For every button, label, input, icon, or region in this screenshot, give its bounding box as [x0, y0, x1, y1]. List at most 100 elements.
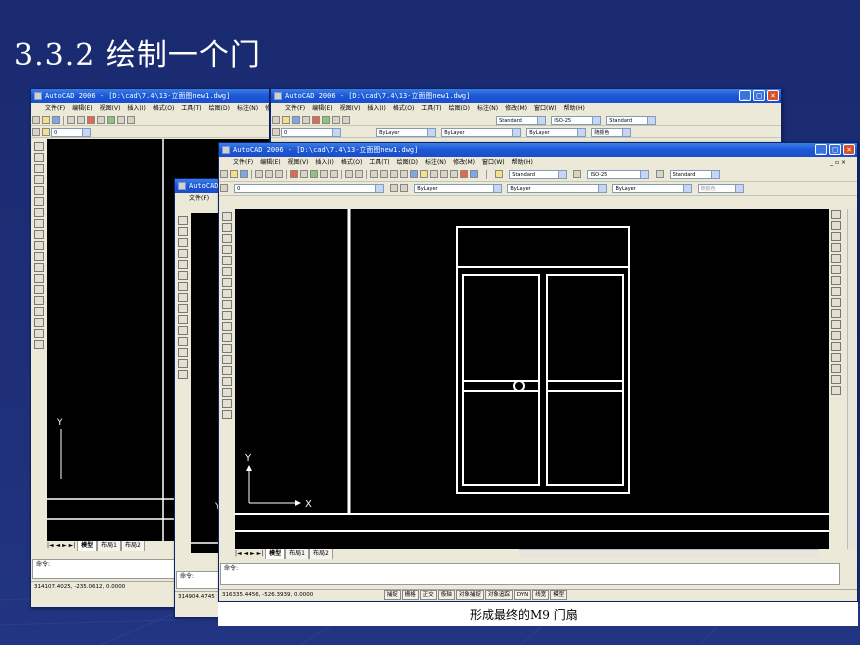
print-icon[interactable]: [302, 116, 310, 124]
lineweight-combo[interactable]: ByLayer: [526, 128, 587, 137]
color-combo[interactable]: ByLayer: [414, 184, 503, 193]
paste-icon[interactable]: [107, 116, 115, 124]
multiline-text-icon[interactable]: [178, 370, 188, 379]
copy-object-icon[interactable]: [831, 221, 841, 230]
arc-icon[interactable]: [34, 197, 44, 206]
menu-item-draw[interactable]: 绘图(D): [209, 105, 230, 112]
explode-icon[interactable]: [831, 386, 841, 395]
make-block-icon[interactable]: [34, 274, 44, 283]
table-style-icon[interactable]: [655, 170, 664, 178]
match-properties-icon[interactable]: [320, 170, 328, 178]
drawing-area[interactable]: Y X: [235, 209, 829, 549]
grid-toggle[interactable]: 栅格: [401, 590, 419, 600]
offset-icon[interactable]: [831, 243, 841, 252]
hatch-icon[interactable]: [178, 348, 188, 357]
lineweight-combo[interactable]: ByLayer: [612, 184, 693, 193]
menu-item-format[interactable]: 格式(O): [393, 105, 414, 112]
ellipse-arc-icon[interactable]: [222, 322, 232, 331]
rectangle-icon[interactable]: [34, 186, 44, 195]
undo-icon[interactable]: [332, 116, 340, 124]
scale-icon[interactable]: [831, 287, 841, 296]
modify-toolbar[interactable]: [829, 209, 845, 459]
gradient-icon[interactable]: [222, 377, 232, 386]
cut-icon[interactable]: [312, 116, 320, 124]
menu-item-edit[interactable]: 编辑(E): [260, 159, 280, 166]
ellipse-arc-icon[interactable]: [34, 252, 44, 261]
dyn-toggle[interactable]: DYN: [513, 590, 532, 600]
tab-model[interactable]: 模型: [265, 549, 286, 559]
new-file-icon[interactable]: [272, 116, 280, 124]
menu-bar[interactable]: 文件(F) 编辑(E) 视图(V) 插入(I) 格式(O) 工具(T) 绘图(D) 标注(N)…: [31, 103, 269, 114]
horizontal-scrollbar[interactable]: [519, 549, 819, 558]
menu-item-view[interactable]: 视图(V): [100, 105, 121, 112]
open-file-icon[interactable]: [42, 116, 50, 124]
ellipse-icon[interactable]: [222, 311, 232, 320]
menu-bar[interactable]: 文件(F) 编辑(E) 视图(V) 插入(I) 格式(O) 工具(T) 绘图(D) 标注(N)…: [271, 103, 781, 114]
preview-icon[interactable]: [77, 116, 85, 124]
print-icon[interactable]: [67, 116, 75, 124]
spline-icon[interactable]: [222, 300, 232, 309]
close-button[interactable]: ×: [843, 144, 855, 155]
revision-cloud-icon[interactable]: [222, 289, 232, 298]
chamfer-icon[interactable]: [831, 364, 841, 373]
menu-item-dimension[interactable]: 标注(N): [237, 105, 258, 112]
plot-style-combo[interactable]: 随颜色: [591, 128, 632, 137]
table-icon[interactable]: [178, 359, 188, 368]
plot-style-combo[interactable]: 随颜色: [697, 184, 744, 193]
block-editor-icon[interactable]: [330, 170, 338, 178]
close-button[interactable]: ×: [767, 90, 779, 101]
cut-icon[interactable]: [290, 170, 298, 178]
autocad-window-main[interactable]: AutoCAD 2006 - [D:\cad\7.4\13-立面图new1.dw…: [218, 142, 858, 602]
construction-line-icon[interactable]: [222, 223, 232, 232]
zoom-previous-icon[interactable]: [400, 170, 408, 178]
move-icon[interactable]: [831, 265, 841, 274]
table-icon[interactable]: [34, 329, 44, 338]
print-icon[interactable]: [255, 170, 263, 178]
line-icon[interactable]: [222, 212, 232, 221]
menu-item-window[interactable]: 窗口(W): [482, 159, 505, 166]
circle-icon[interactable]: [34, 208, 44, 217]
quickcalc-icon[interactable]: [460, 170, 468, 178]
layer-combo[interactable]: 0: [51, 128, 91, 137]
make-object-layer-current-icon[interactable]: [390, 184, 399, 192]
undo-icon[interactable]: [127, 116, 135, 124]
match-properties-icon[interactable]: [117, 116, 125, 124]
circle-icon[interactable]: [222, 278, 232, 287]
zoom-window-icon[interactable]: [390, 170, 398, 178]
layer-on-icon[interactable]: [42, 128, 50, 136]
model-toggle[interactable]: 模型: [550, 590, 568, 600]
menu-item-help[interactable]: 帮助(H): [564, 105, 585, 112]
tab-model[interactable]: 模型: [77, 541, 98, 551]
menu-item-window[interactable]: 窗口(W): [534, 105, 557, 112]
erase-icon[interactable]: [831, 210, 841, 219]
draw-toolbar[interactable]: [32, 141, 46, 481]
menu-item-tools[interactable]: 工具(T): [421, 105, 441, 112]
window-titlebar[interactable]: AutoCAD 2006 - [D:\cad\7.4\13-立面图new1.dw…: [271, 89, 781, 103]
paste-icon[interactable]: [310, 170, 318, 178]
dim-style-combo[interactable]: ISO-25: [551, 116, 602, 125]
ellipse-icon[interactable]: [34, 241, 44, 250]
autocad-window-back-top[interactable]: AutoCAD 2006 - [D:\cad\7.4\13-立面图new1.dw…: [270, 88, 782, 148]
layer-combo[interactable]: 0: [234, 184, 385, 193]
copy-icon[interactable]: [97, 116, 105, 124]
osnap-toggle[interactable]: 对象捕捉: [455, 590, 484, 600]
polyline-icon[interactable]: [34, 164, 44, 173]
menu-item-edit[interactable]: 编辑(E): [312, 105, 332, 112]
region-icon[interactable]: [34, 318, 44, 327]
menu-item-draw[interactable]: 绘图(D): [449, 105, 470, 112]
menu-item-modify[interactable]: 修改(M): [453, 159, 475, 166]
rotate-icon[interactable]: [831, 276, 841, 285]
text-style-combo[interactable]: Standard: [509, 170, 568, 179]
menu-item-edit[interactable]: 编辑(E): [72, 105, 92, 112]
tab-nav-arrows[interactable]: |◄ ◄ ► ►|: [235, 550, 263, 557]
revision-cloud-icon[interactable]: [178, 293, 188, 302]
design-center-icon[interactable]: [420, 170, 428, 178]
table-icon[interactable]: [222, 399, 232, 408]
undo-icon[interactable]: [345, 170, 353, 178]
minimize-button[interactable]: _: [739, 90, 751, 101]
menu-item-insert[interactable]: 插入(I): [315, 159, 333, 166]
insert-block-icon[interactable]: [34, 263, 44, 272]
lineweight-toggle[interactable]: 线宽: [532, 590, 550, 600]
layers-toolbar[interactable]: 0: [31, 126, 269, 138]
new-file-icon[interactable]: [32, 116, 40, 124]
